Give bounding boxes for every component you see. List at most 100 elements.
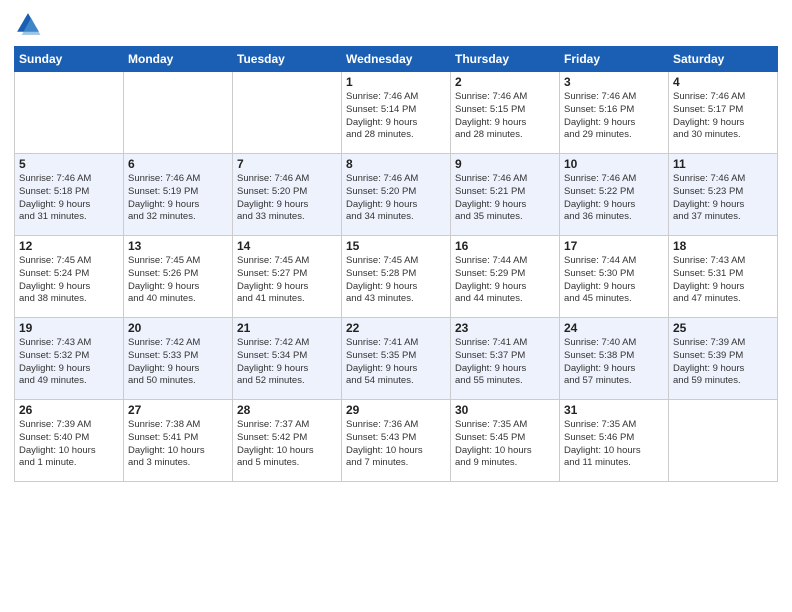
calendar-cell: 2 Sunrise: 7:46 AM Sunset: 5:15 PM Daylig… <box>451 72 560 154</box>
calendar-cell <box>233 72 342 154</box>
calendar-header-sunday: Sunday <box>15 47 124 72</box>
day-number: 29 <box>346 403 446 417</box>
day-number: 7 <box>237 157 337 171</box>
day-number: 21 <box>237 321 337 335</box>
calendar-header-tuesday: Tuesday <box>233 47 342 72</box>
calendar-cell: 13 Sunrise: 7:45 AM Sunset: 5:26 PM Dayli… <box>124 236 233 318</box>
day-info: Sunrise: 7:46 AM Sunset: 5:23 PM Dayligh… <box>673 173 773 224</box>
calendar-cell <box>669 400 778 482</box>
day-number: 6 <box>128 157 228 171</box>
day-number: 15 <box>346 239 446 253</box>
day-info: Sunrise: 7:46 AM Sunset: 5:14 PM Dayligh… <box>346 91 446 142</box>
day-number: 18 <box>673 239 773 253</box>
day-info: Sunrise: 7:44 AM Sunset: 5:30 PM Dayligh… <box>564 255 664 306</box>
calendar-cell: 25 Sunrise: 7:39 AM Sunset: 5:39 PM Dayli… <box>669 318 778 400</box>
page-container: SundayMondayTuesdayWednesdayThursdayFrid… <box>0 0 792 612</box>
day-info: Sunrise: 7:42 AM Sunset: 5:34 PM Dayligh… <box>237 337 337 388</box>
logo-icon <box>14 10 42 38</box>
day-info: Sunrise: 7:41 AM Sunset: 5:37 PM Dayligh… <box>455 337 555 388</box>
day-info: Sunrise: 7:35 AM Sunset: 5:45 PM Dayligh… <box>455 419 555 470</box>
calendar-header-monday: Monday <box>124 47 233 72</box>
day-number: 20 <box>128 321 228 335</box>
day-number: 19 <box>19 321 119 335</box>
calendar-cell: 12 Sunrise: 7:45 AM Sunset: 5:24 PM Dayli… <box>15 236 124 318</box>
header <box>14 10 778 38</box>
calendar-cell: 3 Sunrise: 7:46 AM Sunset: 5:16 PM Daylig… <box>560 72 669 154</box>
calendar-cell: 4Sunrise: 7:46 AM Sunset: 5:17 PM Daylig… <box>669 72 778 154</box>
day-info: Sunrise: 7:44 AM Sunset: 5:29 PM Dayligh… <box>455 255 555 306</box>
calendar-cell: 10 Sunrise: 7:46 AM Sunset: 5:22 PM Dayli… <box>560 154 669 236</box>
calendar-cell: 26Sunrise: 7:39 AM Sunset: 5:40 PM Dayli… <box>15 400 124 482</box>
calendar-cell: 8 Sunrise: 7:46 AM Sunset: 5:20 PM Daylig… <box>342 154 451 236</box>
calendar-cell: 11 Sunrise: 7:46 AM Sunset: 5:23 PM Dayli… <box>669 154 778 236</box>
day-info: Sunrise: 7:45 AM Sunset: 5:28 PM Dayligh… <box>346 255 446 306</box>
calendar-cell <box>124 72 233 154</box>
day-number: 9 <box>455 157 555 171</box>
calendar-week-row: 5 Sunrise: 7:46 AM Sunset: 5:18 PM Daylig… <box>15 154 778 236</box>
day-number: 8 <box>346 157 446 171</box>
calendar-cell: 21 Sunrise: 7:42 AM Sunset: 5:34 PM Dayli… <box>233 318 342 400</box>
day-info: Sunrise: 7:45 AM Sunset: 5:26 PM Dayligh… <box>128 255 228 306</box>
day-number: 27 <box>128 403 228 417</box>
day-info: Sunrise: 7:43 AM Sunset: 5:32 PM Dayligh… <box>19 337 119 388</box>
calendar-header-wednesday: Wednesday <box>342 47 451 72</box>
calendar-header-friday: Friday <box>560 47 669 72</box>
day-info: Sunrise: 7:39 AM Sunset: 5:39 PM Dayligh… <box>673 337 773 388</box>
day-number: 17 <box>564 239 664 253</box>
day-number: 4 <box>673 75 773 89</box>
calendar-week-row: 12 Sunrise: 7:45 AM Sunset: 5:24 PM Dayli… <box>15 236 778 318</box>
calendar-header-thursday: Thursday <box>451 47 560 72</box>
day-info: Sunrise: 7:46 AM Sunset: 5:18 PM Dayligh… <box>19 173 119 224</box>
calendar-cell: 31 Sunrise: 7:35 AM Sunset: 5:46 PM Dayli… <box>560 400 669 482</box>
calendar-cell: 15 Sunrise: 7:45 AM Sunset: 5:28 PM Dayli… <box>342 236 451 318</box>
day-number: 3 <box>564 75 664 89</box>
day-number: 2 <box>455 75 555 89</box>
day-number: 13 <box>128 239 228 253</box>
logo <box>14 10 46 38</box>
day-info: Sunrise: 7:41 AM Sunset: 5:35 PM Dayligh… <box>346 337 446 388</box>
day-info: Sunrise: 7:42 AM Sunset: 5:33 PM Dayligh… <box>128 337 228 388</box>
day-number: 28 <box>237 403 337 417</box>
day-info: Sunrise: 7:46 AM Sunset: 5:20 PM Dayligh… <box>346 173 446 224</box>
day-info: Sunrise: 7:37 AM Sunset: 5:42 PM Dayligh… <box>237 419 337 470</box>
calendar-cell: 5 Sunrise: 7:46 AM Sunset: 5:18 PM Daylig… <box>15 154 124 236</box>
day-info: Sunrise: 7:35 AM Sunset: 5:46 PM Dayligh… <box>564 419 664 470</box>
calendar-week-row: 1 Sunrise: 7:46 AM Sunset: 5:14 PM Daylig… <box>15 72 778 154</box>
day-info: Sunrise: 7:36 AM Sunset: 5:43 PM Dayligh… <box>346 419 446 470</box>
day-info: Sunrise: 7:46 AM Sunset: 5:16 PM Dayligh… <box>564 91 664 142</box>
day-info: Sunrise: 7:46 AM Sunset: 5:22 PM Dayligh… <box>564 173 664 224</box>
calendar-week-row: 26Sunrise: 7:39 AM Sunset: 5:40 PM Dayli… <box>15 400 778 482</box>
calendar-cell: 29 Sunrise: 7:36 AM Sunset: 5:43 PM Dayli… <box>342 400 451 482</box>
calendar-cell: 7Sunrise: 7:46 AM Sunset: 5:20 PM Daylig… <box>233 154 342 236</box>
day-info: Sunrise: 7:46 AM Sunset: 5:15 PM Dayligh… <box>455 91 555 142</box>
calendar-cell: 28 Sunrise: 7:37 AM Sunset: 5:42 PM Dayli… <box>233 400 342 482</box>
day-number: 10 <box>564 157 664 171</box>
calendar-cell: 22 Sunrise: 7:41 AM Sunset: 5:35 PM Dayli… <box>342 318 451 400</box>
calendar-cell: 6 Sunrise: 7:46 AM Sunset: 5:19 PM Daylig… <box>124 154 233 236</box>
day-number: 5 <box>19 157 119 171</box>
calendar-cell: 27 Sunrise: 7:38 AM Sunset: 5:41 PM Dayli… <box>124 400 233 482</box>
calendar-cell: 16Sunrise: 7:44 AM Sunset: 5:29 PM Dayli… <box>451 236 560 318</box>
day-info: Sunrise: 7:45 AM Sunset: 5:27 PM Dayligh… <box>237 255 337 306</box>
calendar-week-row: 19 Sunrise: 7:43 AM Sunset: 5:32 PM Dayli… <box>15 318 778 400</box>
day-number: 11 <box>673 157 773 171</box>
calendar-cell: 14Sunrise: 7:45 AM Sunset: 5:27 PM Dayli… <box>233 236 342 318</box>
day-number: 25 <box>673 321 773 335</box>
calendar-cell: 23 Sunrise: 7:41 AM Sunset: 5:37 PM Dayli… <box>451 318 560 400</box>
day-info: Sunrise: 7:46 AM Sunset: 5:21 PM Dayligh… <box>455 173 555 224</box>
day-number: 12 <box>19 239 119 253</box>
day-info: Sunrise: 7:46 AM Sunset: 5:19 PM Dayligh… <box>128 173 228 224</box>
day-number: 31 <box>564 403 664 417</box>
day-number: 22 <box>346 321 446 335</box>
calendar-cell: 1 Sunrise: 7:46 AM Sunset: 5:14 PM Daylig… <box>342 72 451 154</box>
calendar-cell: 17 Sunrise: 7:44 AM Sunset: 5:30 PM Dayli… <box>560 236 669 318</box>
calendar-cell: 20 Sunrise: 7:42 AM Sunset: 5:33 PM Dayli… <box>124 318 233 400</box>
day-info: Sunrise: 7:38 AM Sunset: 5:41 PM Dayligh… <box>128 419 228 470</box>
calendar-cell: 30Sunrise: 7:35 AM Sunset: 5:45 PM Dayli… <box>451 400 560 482</box>
day-info: Sunrise: 7:45 AM Sunset: 5:24 PM Dayligh… <box>19 255 119 306</box>
day-number: 26 <box>19 403 119 417</box>
day-number: 1 <box>346 75 446 89</box>
calendar-header-saturday: Saturday <box>669 47 778 72</box>
calendar-cell: 9 Sunrise: 7:46 AM Sunset: 5:21 PM Daylig… <box>451 154 560 236</box>
day-number: 23 <box>455 321 555 335</box>
